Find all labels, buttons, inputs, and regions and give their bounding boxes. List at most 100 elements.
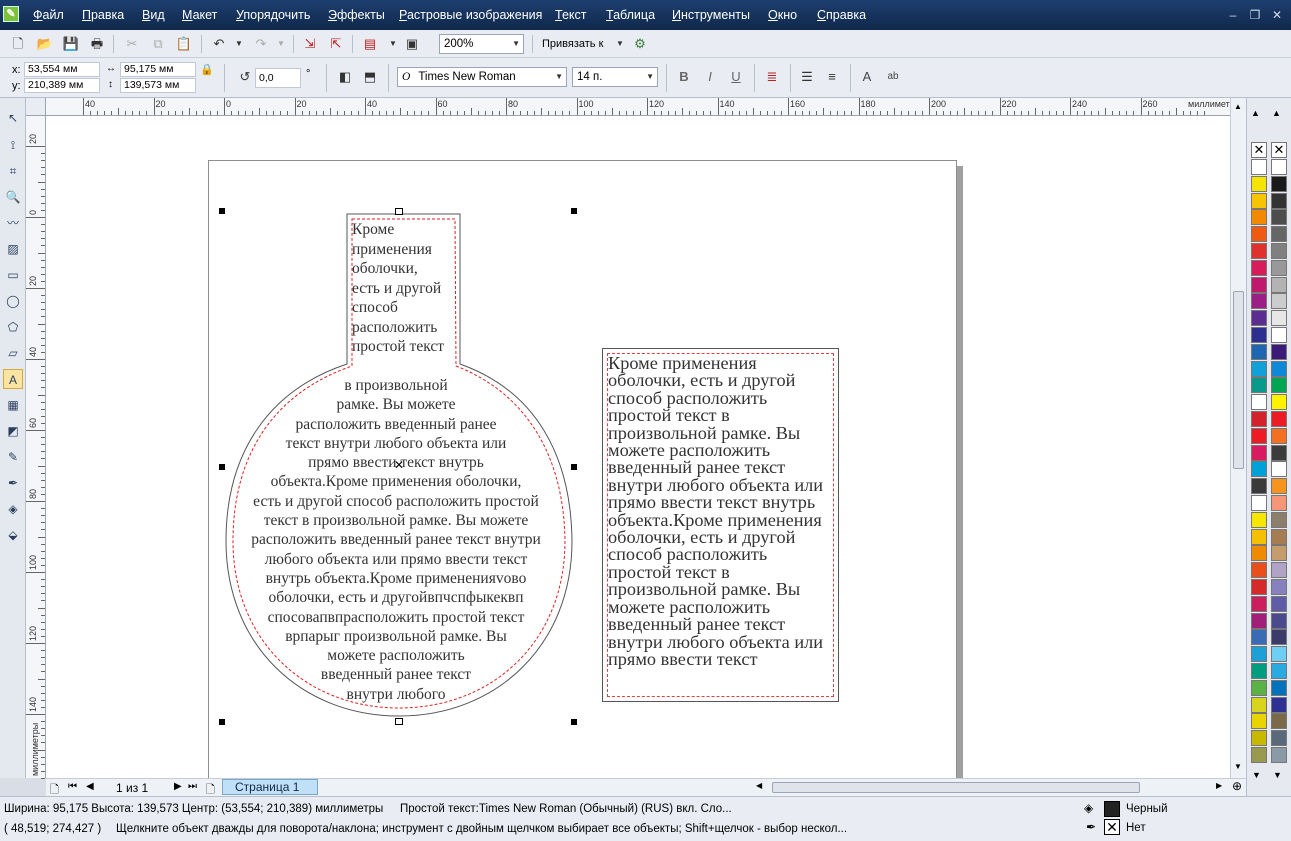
export-icon[interactable]: ⇱ (326, 34, 346, 54)
color-swatch[interactable] (1271, 293, 1287, 310)
color-swatch[interactable] (1271, 327, 1287, 343)
color-swatch[interactable] (1271, 444, 1287, 461)
text-frame-bottom-handle[interactable] (395, 718, 403, 725)
new-document-icon[interactable]: 🗋 (8, 34, 28, 54)
interactive-fill-icon[interactable]: ⬙ (3, 525, 23, 545)
paragraph-text-frame[interactable]: Кроме применения оболочки, есть и другой… (602, 348, 839, 702)
scroll-up-icon[interactable]: ▲ (1234, 102, 1242, 111)
no-color-swatch[interactable]: ✕ (1271, 142, 1287, 158)
color-swatch[interactable] (1251, 696, 1267, 713)
menu-arrange[interactable]: Упорядочить (236, 8, 310, 22)
color-swatch[interactable] (1271, 511, 1287, 528)
color-swatch[interactable] (1251, 562, 1267, 579)
redo-icon[interactable]: ↷ (251, 34, 271, 54)
publish-pdf-icon[interactable]: ▤ (360, 34, 380, 54)
rotation-field[interactable]: 0,0 (255, 68, 301, 88)
text-frame-top-handle[interactable] (395, 208, 403, 215)
selection-handle[interactable] (571, 719, 577, 725)
color-swatch[interactable] (1271, 427, 1287, 444)
selection-handle[interactable] (571, 464, 577, 470)
options-icon[interactable]: ⚙ (630, 34, 650, 54)
paste-icon[interactable]: 📋 (174, 34, 194, 54)
color-swatch[interactable] (1271, 159, 1287, 175)
undo-icon[interactable]: ↶ (209, 34, 229, 54)
ruler-origin[interactable] (26, 98, 46, 116)
menu-edit[interactable]: Правка (82, 8, 124, 22)
color-swatch[interactable] (1251, 310, 1267, 327)
envelope-text-top[interactable]: Кроме применения оболочки, есть и другой… (352, 220, 462, 357)
outline-color-swatch[interactable]: ✕ (1104, 819, 1120, 835)
color-swatch[interactable] (1271, 495, 1287, 511)
color-swatch[interactable] (1271, 226, 1287, 243)
snap-dropdown-icon[interactable]: ▼ (610, 34, 630, 54)
vertical-scroll-thumb[interactable] (1233, 291, 1244, 469)
color-swatch[interactable] (1251, 444, 1267, 461)
color-swatch[interactable] (1271, 629, 1287, 646)
color-swatch[interactable] (1251, 394, 1267, 411)
shape-tool-icon[interactable]: ⟟ (3, 135, 23, 155)
scroll-left-icon[interactable]: ◀ (756, 781, 762, 790)
cut-icon[interactable]: ✂ (122, 34, 142, 54)
italic-button[interactable]: I (700, 67, 720, 87)
copy-icon[interactable]: ⧉ (148, 34, 168, 54)
menu-text[interactable]: Текст (555, 8, 586, 22)
zoom-tool-icon[interactable]: 🔍 (3, 187, 23, 207)
color-swatch[interactable] (1251, 713, 1267, 730)
restore-icon[interactable]: ❐ (1248, 8, 1262, 22)
color-swatch[interactable] (1271, 411, 1287, 427)
color-swatch[interactable] (1251, 192, 1267, 209)
color-swatch[interactable] (1251, 243, 1267, 259)
snap-to-label[interactable]: Привязать к (542, 38, 603, 50)
color-swatch[interactable] (1251, 629, 1267, 646)
color-swatch[interactable] (1251, 528, 1267, 545)
color-swatch[interactable] (1251, 646, 1267, 663)
welcome-screen-icon[interactable]: ▣ (402, 34, 422, 54)
menu-tools[interactable]: Инструменты (672, 8, 750, 22)
zoom-level-select[interactable]: 200% ▼ (439, 34, 524, 54)
fill-tool-icon[interactable]: ◈ (3, 499, 23, 519)
color-swatch[interactable] (1251, 159, 1267, 175)
selection-handle[interactable] (571, 208, 577, 214)
color-swatch[interactable] (1251, 730, 1267, 747)
color-swatch[interactable] (1271, 175, 1287, 192)
scroll-right-icon[interactable]: ▶ (1216, 781, 1222, 790)
minimize-icon[interactable]: – (1226, 8, 1240, 22)
color-swatch[interactable] (1271, 360, 1287, 377)
next-page-icon[interactable]: ▶ (174, 781, 182, 792)
color-swatch[interactable] (1271, 730, 1287, 747)
color-swatch[interactable] (1271, 579, 1287, 595)
color-swatch[interactable] (1251, 595, 1267, 612)
color-swatch[interactable] (1271, 713, 1287, 730)
color-swatch[interactable] (1271, 663, 1287, 679)
color-swatch[interactable] (1271, 562, 1287, 579)
menu-help[interactable]: Справка (817, 8, 866, 22)
undo-dropdown-icon[interactable]: ▼ (229, 34, 249, 54)
color-swatch[interactable] (1271, 612, 1287, 629)
mirror-vertical-icon[interactable]: ⬒ (360, 67, 380, 87)
horizontal-ruler[interactable]: 40 20 0 20 40 60 80 100 120 140 160 180 200 220 240 260… (46, 98, 1246, 116)
color-swatch[interactable] (1271, 243, 1287, 259)
color-swatch[interactable] (1251, 663, 1267, 679)
selection-handle[interactable] (219, 719, 225, 725)
color-swatch[interactable] (1271, 192, 1287, 209)
menu-layout[interactable]: Макет (182, 8, 217, 22)
menu-effects[interactable]: Эффекты (328, 8, 385, 22)
bullets-icon[interactable]: ☰ (797, 67, 817, 87)
navigator-icon[interactable]: ⊕ (1232, 779, 1242, 793)
color-swatch[interactable] (1271, 461, 1287, 478)
color-swatch[interactable] (1271, 209, 1287, 226)
color-swatch[interactable] (1251, 377, 1267, 394)
lock-ratio-icon[interactable]: 🔒 (197, 60, 217, 80)
color-swatch[interactable] (1251, 495, 1267, 511)
color-swatch[interactable] (1271, 259, 1287, 276)
no-color-swatch[interactable]: ✕ (1251, 142, 1267, 158)
freehand-tool-icon[interactable]: 〰 (3, 213, 23, 233)
color-swatch[interactable] (1251, 226, 1267, 243)
width-field[interactable]: 95,175 мм (120, 62, 196, 77)
font-family-select[interactable]: O Times New Roman ▼ (397, 67, 567, 87)
smart-fill-icon[interactable]: ▨ (3, 239, 23, 259)
close-icon[interactable]: ✕ (1270, 8, 1284, 22)
color-swatch[interactable] (1251, 411, 1267, 427)
outline-tool-icon[interactable]: ✒ (3, 473, 23, 493)
rectangle-tool-icon[interactable]: ▭ (3, 265, 23, 285)
